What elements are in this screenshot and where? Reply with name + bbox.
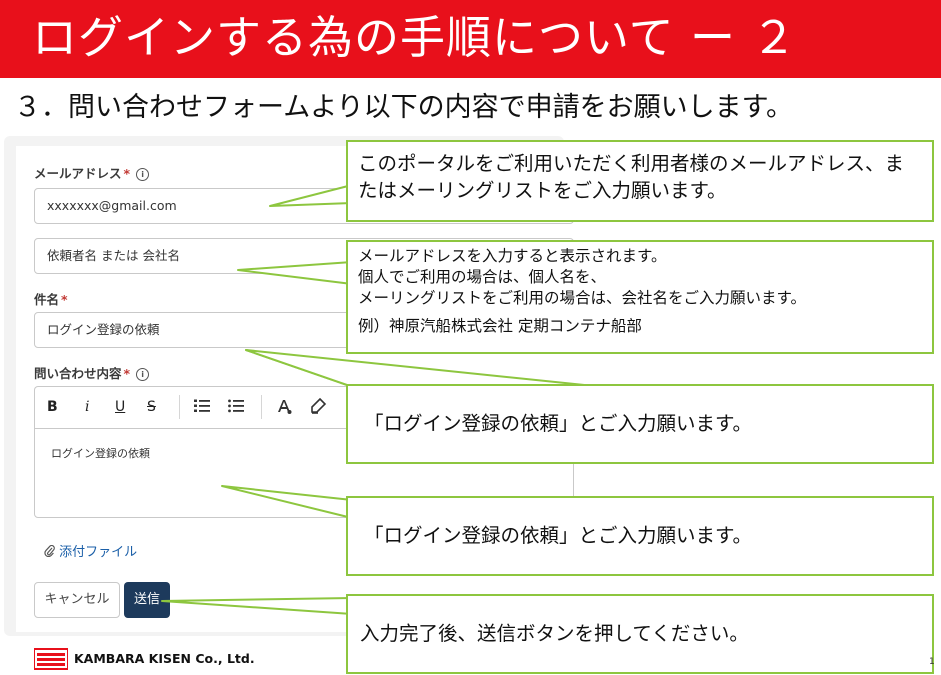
highlighter-icon[interactable]	[309, 397, 327, 417]
submit-callout-text: 入力完了後、送信ボタンを押してください。	[360, 622, 749, 645]
subject-label-text: 件名	[34, 292, 60, 307]
bold-button[interactable]: B	[47, 397, 58, 417]
email-callout-text: このポータルをご利用いただく利用者様のメールアドレス、またはメーリングリストをご…	[358, 152, 905, 202]
subject-label: 件名 *	[34, 289, 68, 308]
requester-callout-line: メーリングリストをご利用の場合は、会社名をご入力願います。	[358, 289, 806, 307]
subject-callout-text: 「ログイン登録の依頼」とご入力願います。	[364, 412, 753, 435]
content-callout-text: 「ログイン登録の依頼」とご入力願います。	[364, 524, 753, 547]
numbered-list-icon[interactable]	[193, 397, 211, 417]
cancel-button[interactable]: キャンセル	[34, 582, 120, 618]
attach-file-link[interactable]: 添付ファイル	[44, 541, 137, 560]
requester-callout-line: メールアドレスを入力すると表示されます。	[358, 247, 667, 265]
submit-button[interactable]: 送信	[124, 582, 170, 618]
slide-header: ログインする為の手順について ー ２	[0, 0, 941, 78]
info-icon[interactable]: i	[136, 168, 150, 181]
slide-title: ログインする為の手順について ー ２	[32, 11, 798, 64]
submit-callout: 入力完了後、送信ボタンを押してください。	[346, 594, 934, 674]
page-number: 1	[929, 657, 935, 667]
underline-button[interactable]: U	[115, 397, 125, 417]
text-color-icon[interactable]	[275, 397, 293, 417]
toolbar-divider	[179, 395, 180, 419]
toolbar-divider	[261, 395, 262, 419]
paperclip-icon	[44, 544, 59, 560]
requester-callout-example: 例）神原汽船株式会社 定期コンテナ船部	[358, 317, 642, 335]
required-mark: *	[61, 292, 68, 307]
inquiry-label: 問い合わせ内容 * i	[34, 363, 150, 382]
required-mark: *	[123, 166, 131, 181]
inquiry-label-text: 問い合わせ内容	[34, 366, 122, 381]
slide-subtitle: ３．問い合わせフォームより以下の内容で申請をお願いします。	[14, 92, 793, 123]
requester-callout-line: 個人でご利用の場合は、個人名を、	[358, 268, 607, 286]
content-callout: 「ログイン登録の依頼」とご入力願います。	[346, 496, 934, 576]
attach-file-label: 添付ファイル	[59, 545, 138, 560]
info-icon[interactable]: i	[136, 368, 150, 381]
email-label-text: メールアドレス	[34, 166, 122, 181]
requester-callout: メールアドレスを入力すると表示されます。 個人でご利用の場合は、個人名を、 メー…	[346, 240, 934, 354]
email-callout: このポータルをご利用いただく利用者様のメールアドレス、またはメーリングリストをご…	[346, 140, 934, 222]
subject-callout: 「ログイン登録の依頼」とご入力願います。	[346, 384, 934, 464]
italic-button[interactable]: i	[85, 397, 89, 417]
bullet-list-icon[interactable]	[227, 397, 245, 417]
strikethrough-button[interactable]: S	[147, 397, 156, 417]
company-name: KAMBARA KISEN Co., Ltd.	[74, 651, 255, 666]
company-logo	[34, 648, 68, 670]
email-label: メールアドレス * i	[34, 163, 150, 182]
required-mark: *	[123, 366, 131, 381]
